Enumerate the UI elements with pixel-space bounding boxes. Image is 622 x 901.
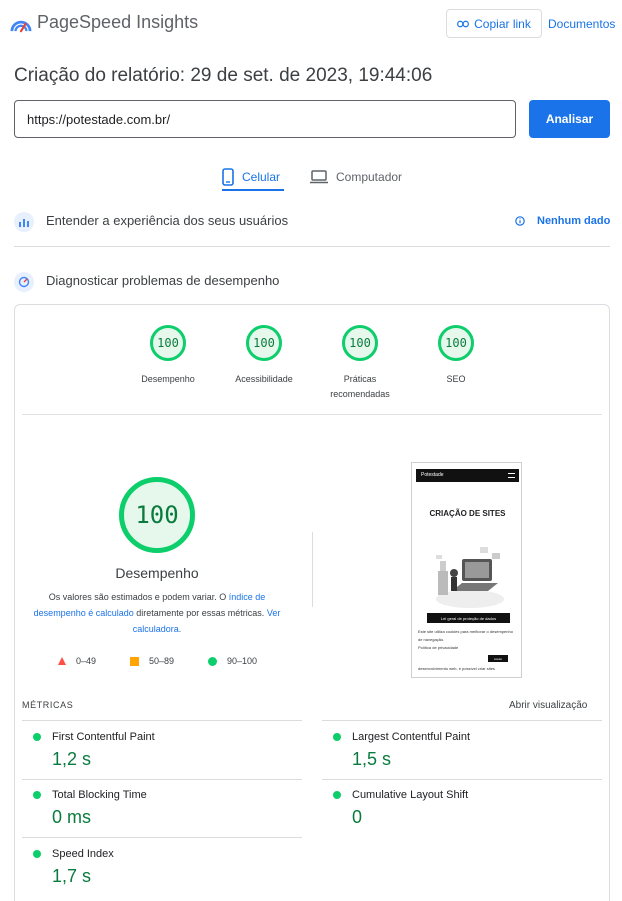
legend-pass-label: 90–100 [227, 656, 258, 666]
metric-divider [322, 779, 602, 780]
phone-cookie-notice: Este site utiliza cookies para melhorar … [418, 629, 513, 642]
metric-value: 1,7 s [52, 866, 92, 886]
phone-privacy-policy: Política de privacidade [418, 645, 459, 650]
metric-value: 0 ms [52, 807, 92, 827]
docs-link[interactable]: Documentos [548, 17, 615, 31]
metric-value: 1,5 s [352, 749, 392, 769]
report-title: Criação do relatório: 29 de set. de 2023… [14, 65, 433, 86]
page-screenshot[interactable]: Potestade CRIAÇÃO DE SITES Lei geral de … [411, 462, 522, 678]
score-gauge-seo[interactable]: 100 [438, 325, 474, 361]
score-label-best-practices: Práticas recomendadas [330, 374, 390, 399]
open-view-toggle[interactable]: Abrir visualização [509, 700, 587, 711]
url-input[interactable] [14, 100, 516, 138]
analyze-button[interactable]: Analisar [529, 100, 610, 138]
metric-divider [22, 779, 302, 780]
pass-circle-icon [333, 791, 341, 799]
phone-brand: Potestade [421, 472, 444, 478]
metrics-heading: MÉTRICAS [22, 700, 74, 710]
smartphone-icon [222, 168, 234, 186]
info-icon [515, 216, 525, 226]
pass-circle-icon [333, 733, 341, 741]
illustration-icon [436, 547, 504, 608]
card-divider [22, 414, 602, 415]
score-label-performance: Desempenho [141, 374, 195, 384]
performance-description: Os valores são estimados e podem variar.… [22, 589, 292, 637]
legend-average-label: 50–89 [149, 656, 175, 666]
metric-name: Largest Contentful Paint [352, 731, 471, 743]
square-icon [130, 656, 139, 666]
circle-icon [208, 656, 217, 666]
hamburger-menu-icon [508, 473, 515, 478]
triangle-icon [58, 657, 66, 665]
score-gauge-best-practices[interactable]: 100 [342, 325, 378, 361]
pass-circle-icon [33, 850, 41, 858]
phone-footer-text: desenvolvimento web, é possível criar si… [418, 666, 495, 671]
legend-fail: 0–49 [58, 656, 96, 666]
legend-average: 50–89 [130, 656, 174, 666]
metric-value: 0 [352, 807, 363, 827]
legend-pass: 90–100 [208, 656, 257, 666]
legend-fail-label: 0–49 [76, 656, 97, 666]
copy-link-label: Copiar link [474, 16, 531, 31]
metric-divider [322, 720, 602, 721]
experience-section-title: Entender a experiência dos seus usuários [46, 213, 289, 228]
performance-score-gauge: 100 [119, 477, 195, 553]
tab-desktop-label: Computador [336, 170, 403, 184]
pagespeed-logo-icon [10, 20, 32, 33]
metric-name: Cumulative Layout Shift [352, 789, 469, 801]
metric-tbt: Total Blocking Time 0 ms [33, 789, 147, 828]
score-gauge-performance[interactable]: 100 [150, 325, 186, 361]
metric-lcp: Largest Contentful Paint 1,5 s [333, 731, 470, 770]
diagnose-section-title: Diagnosticar problemas de desempenho [46, 273, 280, 288]
copy-link-button[interactable]: Copiar link [446, 9, 542, 38]
phone-navbar: Potestade [416, 469, 519, 482]
phone-heading: CRIAÇÃO DE SITES [429, 509, 506, 518]
score-gauge-accessibility[interactable]: 100 [246, 325, 282, 361]
users-icon [14, 212, 34, 232]
performance-desc-text-2: diretamente por essas métricas. [133, 608, 267, 618]
no-data-link[interactable]: Nenhum dado [515, 215, 610, 227]
link-icon [457, 20, 470, 27]
phone-cookie-banner: Lei geral de proteção de dados [427, 613, 510, 623]
score-label-accessibility: Acessibilidade [235, 374, 293, 384]
pass-circle-icon [33, 791, 41, 799]
laptop-icon [310, 170, 328, 184]
metric-name: First Contentful Paint [52, 731, 155, 743]
metric-name: Total Blocking Time [52, 789, 147, 801]
performance-label: Desempenho [115, 565, 199, 581]
no-data-label: Nenhum dado [537, 215, 611, 227]
performance-desc-text-1: Os valores são estimados e podem variar.… [48, 592, 229, 602]
diagnose-icon [14, 272, 34, 292]
vertical-separator [312, 532, 313, 607]
metric-divider [22, 720, 302, 721]
metric-name: Speed Index [52, 848, 114, 860]
score-label-seo: SEO [446, 374, 466, 384]
section-divider [14, 246, 610, 247]
metric-cls: Cumulative Layout Shift 0 [333, 789, 468, 828]
active-tab-indicator [222, 189, 284, 191]
tab-mobile[interactable]: Celular [222, 162, 280, 192]
metric-speed-index: Speed Index 1,7 s [33, 848, 114, 887]
brand-name: PageSpeed Insights [37, 12, 199, 32]
phone-cookie-text: Este site utiliza cookies para melhorar … [418, 628, 518, 652]
phone-accept-button: Aceito [488, 655, 508, 662]
pass-circle-icon [33, 733, 41, 741]
metric-divider [22, 837, 302, 838]
tab-desktop[interactable]: Computador [310, 162, 402, 192]
metric-fcp: First Contentful Paint 1,2 s [33, 731, 155, 770]
metric-value: 1,2 s [52, 749, 92, 769]
tab-mobile-label: Celular [242, 170, 281, 184]
